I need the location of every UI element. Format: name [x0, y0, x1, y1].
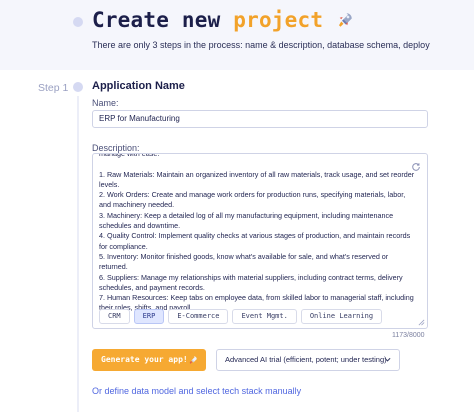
- page-title: Create new project: [92, 8, 354, 32]
- template-chip-ecommerce[interactable]: E-Commerce: [168, 309, 229, 324]
- template-chip-erp[interactable]: ERP: [133, 309, 165, 324]
- step-rail: [77, 96, 79, 412]
- page-title-main: Create new: [92, 8, 234, 32]
- title-step-dot: [73, 17, 83, 27]
- resize-handle-icon[interactable]: [418, 319, 425, 326]
- section-title: Application Name: [92, 80, 185, 92]
- name-input[interactable]: ERP for Manufacturing: [92, 110, 428, 128]
- page-title-accent: project: [233, 8, 324, 32]
- template-chip-event-mgmt[interactable]: Event Mgmt.: [232, 309, 297, 324]
- template-chip-online-learning[interactable]: Online Learning: [300, 309, 383, 324]
- step-dot: [73, 82, 83, 92]
- page-subtitle: There are only 3 steps in the process: n…: [92, 40, 430, 50]
- generate-app-button[interactable]: Generate your app!: [92, 349, 206, 371]
- description-textarea[interactable]: manage with ease: 1. Raw Materials: Main…: [92, 153, 428, 329]
- refresh-icon[interactable]: [411, 162, 421, 172]
- name-label: Name:: [92, 98, 119, 108]
- rocket-icon: [189, 356, 197, 364]
- ai-model-selected: Advanced AI trial (efficient, potent; un…: [225, 355, 387, 364]
- manual-setup-link[interactable]: Or define data model and select tech sta…: [92, 386, 301, 396]
- template-chip-crm[interactable]: CRM: [99, 309, 130, 324]
- template-chip-row: CRM ERP E-Commerce Event Mgmt. Online Le…: [99, 309, 383, 324]
- description-label: Description:: [92, 143, 140, 153]
- character-count: 1173/8000: [392, 332, 425, 339]
- generate-app-label: Generate your app!: [101, 355, 188, 364]
- ai-model-select[interactable]: Advanced AI trial (efficient, potent; un…: [216, 349, 400, 371]
- chevron-down-icon: [384, 357, 391, 362]
- description-text: manage with ease: 1. Raw Materials: Main…: [99, 153, 415, 313]
- step-label: Step 1: [38, 82, 69, 94]
- rocket-icon: [339, 13, 352, 27]
